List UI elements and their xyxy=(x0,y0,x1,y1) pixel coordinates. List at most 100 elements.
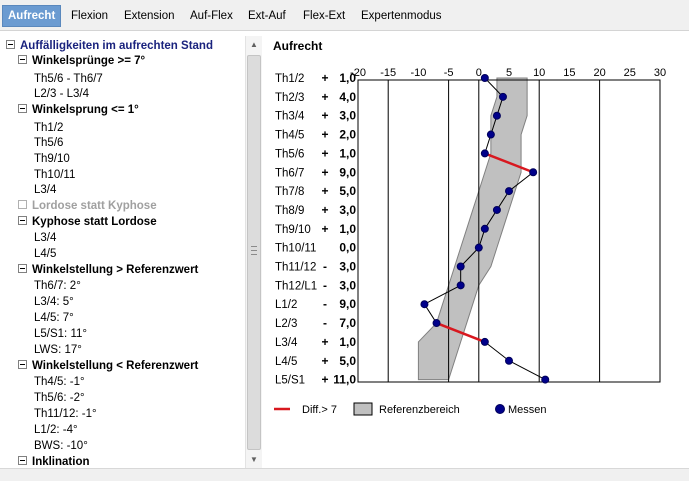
value-label: 9,0 xyxy=(339,165,356,179)
segment-label: Th2/3 xyxy=(275,92,304,104)
value-label: 1,0 xyxy=(339,335,356,349)
legend-measure-swatch xyxy=(495,404,505,414)
x-tick-label: -15 xyxy=(380,67,396,79)
segment-label: Th8/9 xyxy=(275,205,304,217)
tree-group[interactable]: Inklination xyxy=(18,453,90,468)
measurement-point xyxy=(480,337,489,346)
measurement-point xyxy=(505,356,513,365)
tree-group-label: Winkelsprünge >= 7° xyxy=(32,55,146,67)
measurement-point xyxy=(480,224,489,233)
collapse-icon[interactable] xyxy=(18,104,27,114)
measurement-point xyxy=(456,262,465,271)
grip-icon xyxy=(251,246,257,255)
collapse-icon[interactable] xyxy=(18,456,27,466)
segment-label: Th7/8 xyxy=(275,186,304,198)
measurement-point xyxy=(529,168,538,177)
value-sign: + xyxy=(321,165,328,179)
measurement-point xyxy=(480,74,489,82)
x-tick-label: 30 xyxy=(654,67,666,79)
segment-label: L1/2 xyxy=(275,299,297,311)
segment-label: Th5/6 xyxy=(275,148,304,160)
value-sign: - xyxy=(323,297,327,311)
tree-group-label: Winkelsprung <= 1° xyxy=(32,104,139,116)
value-sign: + xyxy=(321,184,328,198)
value-label: 1,0 xyxy=(339,71,356,85)
value-label: 1,0 xyxy=(339,222,356,236)
tab-expertenmodus[interactable]: Expertenmodus xyxy=(356,6,447,26)
measurement-point xyxy=(480,149,489,158)
value-label: 3,0 xyxy=(339,260,356,274)
value-sign: + xyxy=(321,90,328,104)
collapse-icon[interactable] xyxy=(18,55,27,65)
collapse-icon[interactable] xyxy=(6,40,15,50)
measurement-point xyxy=(474,243,483,252)
legend-reference-label: Referenzbereich xyxy=(379,404,460,416)
x-tick-label: -10 xyxy=(410,67,426,79)
segment-label: L4/5 xyxy=(275,356,297,368)
x-tick-label: 25 xyxy=(624,67,636,79)
tree-group-label: Lordose statt Kyphose xyxy=(32,200,157,212)
tab-auf-flex[interactable]: Auf-Flex xyxy=(185,6,238,26)
segment-label: Th3/4 xyxy=(275,111,305,123)
value-label: 3,0 xyxy=(339,278,356,292)
value-label: 5,0 xyxy=(339,354,356,368)
segment-label: Th10/11 xyxy=(275,243,316,255)
tree-group-label: Inklination xyxy=(32,456,90,468)
empty-box-icon xyxy=(18,200,27,210)
value-sign: + xyxy=(321,373,328,387)
tree-group[interactable]: Winkelsprung <= 1° xyxy=(18,101,139,119)
collapse-icon[interactable] xyxy=(18,216,27,226)
arrow-up-icon[interactable]: ▲ xyxy=(246,36,262,53)
reference-band xyxy=(417,77,528,381)
value-sign: + xyxy=(321,146,328,160)
scrollbar-thumb[interactable] xyxy=(247,55,261,450)
measurement-point xyxy=(456,281,465,290)
value-sign: + xyxy=(321,354,328,368)
findings-tree: Auffälligkeiten im aufrechten Stand Wink… xyxy=(0,32,262,468)
value-label: 11,0 xyxy=(333,373,356,387)
value-sign: + xyxy=(321,71,328,85)
segment-label: L2/3 xyxy=(275,318,297,330)
measurement-point xyxy=(541,375,550,384)
segment-label: Th4/5 xyxy=(275,130,304,142)
value-sign: - xyxy=(323,278,327,292)
tab-ext-auf[interactable]: Ext-Auf xyxy=(243,6,291,26)
value-label: 1,0 xyxy=(339,146,356,160)
tree-group-label: Winkelstellung < Referenzwert xyxy=(32,360,199,372)
tab-aufrecht[interactable]: Aufrecht xyxy=(2,5,62,27)
tree-group-label: Kyphose statt Lordose xyxy=(32,216,157,228)
collapse-icon[interactable] xyxy=(18,360,27,370)
x-tick-label: 20 xyxy=(593,67,605,79)
measurement-point xyxy=(492,111,501,120)
spine-angle-chart: -20 -15 -10 -5 0 5 10 15 20 25 30Th1/2 +1,0Th2/3 +4,… xyxy=(274,67,666,416)
value-label: 0,0 xyxy=(339,241,356,255)
measurement-point xyxy=(420,300,429,309)
segment-label: Th1/2 xyxy=(275,73,304,85)
segment-label: Th11/12 xyxy=(275,262,316,274)
value-label: 9,0 xyxy=(339,297,356,311)
x-tick-label: -5 xyxy=(444,67,454,79)
value-label: 7,0 xyxy=(339,316,356,330)
tree-group[interactable]: Winkelsprünge >= 7° xyxy=(18,52,145,70)
tree-scrollbar[interactable]: ▲ ▼ xyxy=(245,36,262,468)
arrow-down-icon[interactable]: ▼ xyxy=(246,451,262,468)
tab-flexion[interactable]: Flexion xyxy=(66,6,113,26)
measurement-point xyxy=(492,205,501,214)
tree-group-label: Winkelstellung > Referenzwert xyxy=(32,264,199,276)
tab-extension[interactable]: Extension xyxy=(119,6,180,26)
value-sign: + xyxy=(321,128,328,142)
x-tick-label: 15 xyxy=(563,67,575,79)
x-tick-label: 5 xyxy=(506,67,512,79)
legend-measure-label: Messen xyxy=(508,404,547,416)
segment-label: Th12/L1 xyxy=(275,280,317,292)
value-label: 2,0 xyxy=(339,128,356,142)
segment-label: Th6/7 xyxy=(275,167,304,179)
value-sign: + xyxy=(321,335,328,349)
legend-reference-swatch xyxy=(353,402,373,416)
value-label: 3,0 xyxy=(339,109,356,123)
measurement-point xyxy=(498,92,507,101)
collapse-icon[interactable] xyxy=(18,264,27,274)
tab-bar: Aufrecht Flexion Extension Auf-Flex Ext-… xyxy=(0,0,689,31)
tab-flex-ext[interactable]: Flex-Ext xyxy=(298,6,350,26)
value-sign: - xyxy=(323,260,327,274)
